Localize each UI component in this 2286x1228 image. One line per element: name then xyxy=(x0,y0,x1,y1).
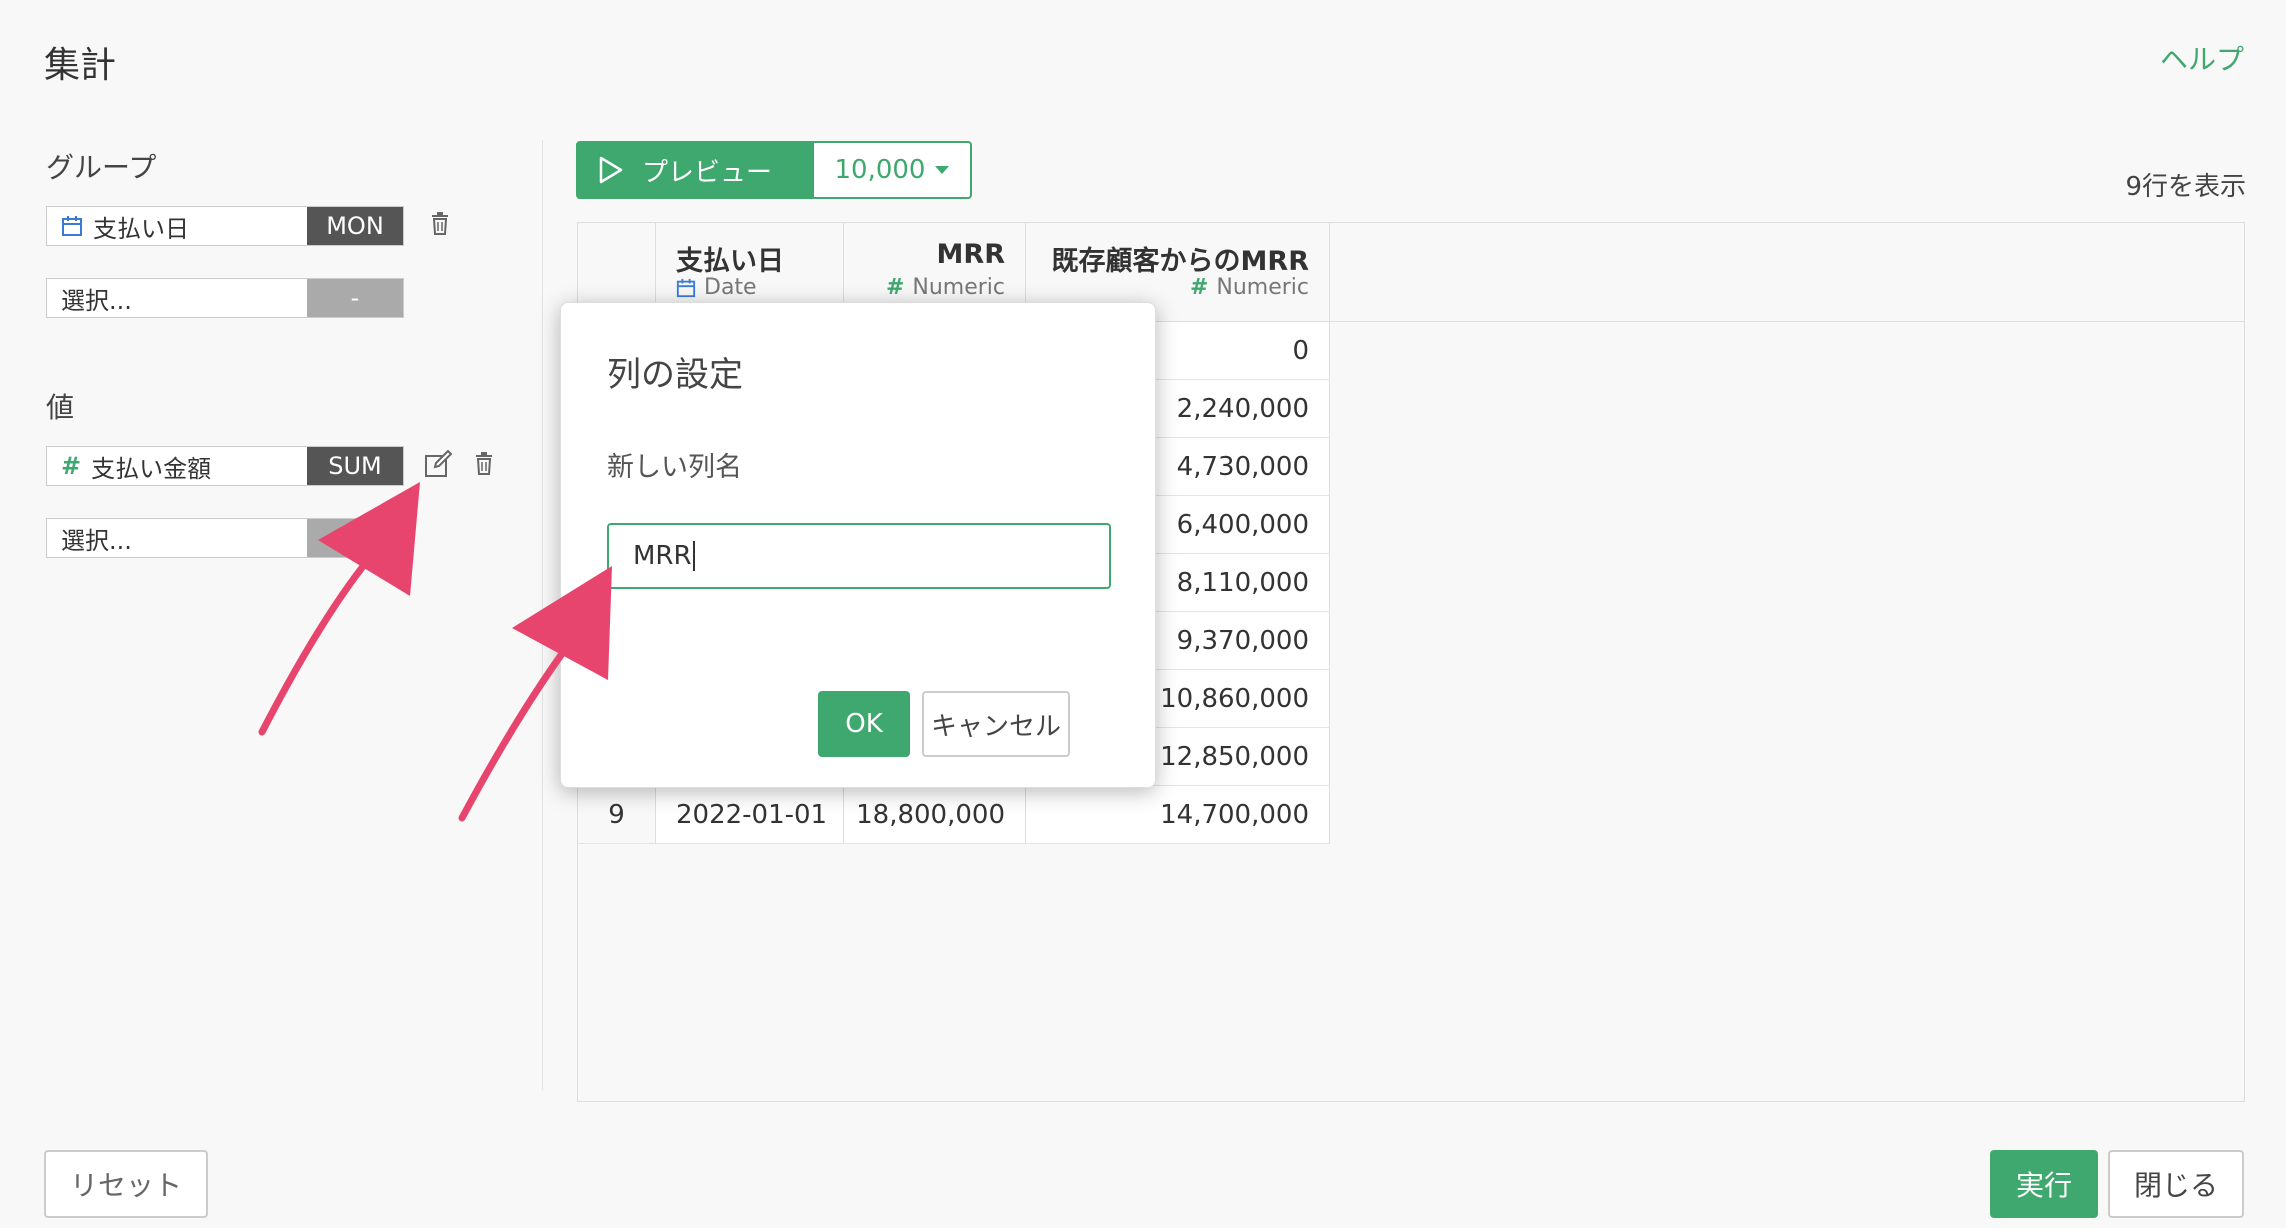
run-button[interactable]: 実行 xyxy=(1990,1150,2098,1218)
close-button[interactable]: 閉じる xyxy=(2108,1150,2244,1218)
reset-button[interactable]: リセット xyxy=(44,1150,208,1218)
arrow-to-name-input xyxy=(458,566,612,822)
annotation-arrows xyxy=(258,482,612,822)
arrow-to-edit-icon xyxy=(258,482,420,736)
